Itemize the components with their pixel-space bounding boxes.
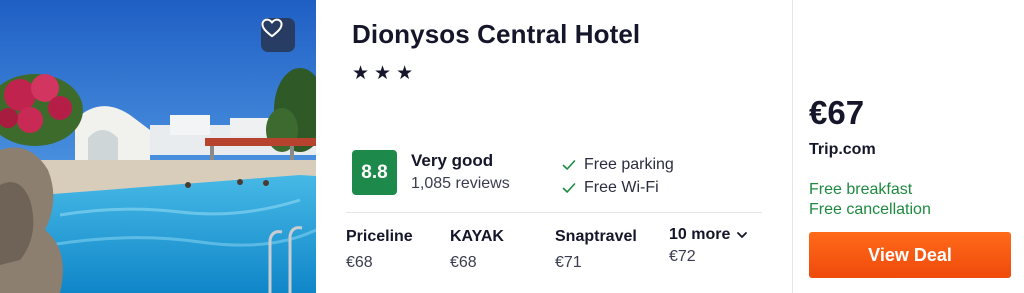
- rating-score-badge: 8.8: [352, 150, 397, 195]
- amenity-label: Free parking: [584, 155, 674, 173]
- divider: [792, 0, 793, 293]
- amenity-list: Free parking Free Wi-Fi: [562, 153, 674, 199]
- more-providers-text: 10 more: [669, 226, 731, 243]
- star-icon: ★: [396, 63, 414, 84]
- perk-cancellation: Free cancellation: [809, 201, 931, 218]
- hotel-result-card[interactable]: Dionysos Central Hotel ★ ★ ★ 8.8 Very go…: [0, 0, 1024, 293]
- chevron-down-icon: [737, 232, 748, 238]
- best-price-provider: Trip.com: [809, 141, 876, 158]
- favorite-button[interactable]: [261, 18, 295, 52]
- provider-price: €68: [450, 254, 477, 271]
- provider-price: €72: [669, 248, 696, 265]
- star-icon: ★: [352, 63, 370, 84]
- hotel-name[interactable]: Dionysos Central Hotel: [352, 19, 640, 50]
- check-icon: [562, 182, 576, 193]
- check-icon: [562, 159, 576, 170]
- provider-snaptravel[interactable]: Snaptravel €71: [555, 228, 637, 272]
- divider: [346, 212, 762, 213]
- review-count[interactable]: 1,085 reviews: [411, 175, 510, 193]
- amenity-label: Free Wi-Fi: [584, 178, 659, 196]
- provider-name: KAYAK: [450, 228, 504, 245]
- more-providers-dropdown[interactable]: 10 more €72: [669, 226, 748, 266]
- heart-icon: [261, 18, 283, 38]
- amenity-item: Free parking: [562, 153, 674, 176]
- provider-price: €71: [555, 254, 582, 271]
- provider-name: Priceline: [346, 228, 413, 245]
- view-deal-button[interactable]: View Deal: [809, 232, 1011, 278]
- star-icon: ★: [374, 63, 392, 84]
- best-price[interactable]: €67: [809, 94, 864, 132]
- amenity-item: Free Wi-Fi: [562, 176, 674, 199]
- rating-label: Very good: [411, 151, 494, 170]
- provider-price: €68: [346, 254, 373, 271]
- provider-priceline[interactable]: Priceline €68: [346, 228, 413, 272]
- hotel-photo[interactable]: [0, 0, 316, 293]
- provider-name: Snaptravel: [555, 228, 637, 245]
- perk-breakfast: Free breakfast: [809, 181, 913, 198]
- star-rating: ★ ★ ★: [352, 63, 413, 85]
- provider-kayak[interactable]: KAYAK €68: [450, 228, 504, 272]
- more-providers-label: 10 more: [669, 226, 748, 244]
